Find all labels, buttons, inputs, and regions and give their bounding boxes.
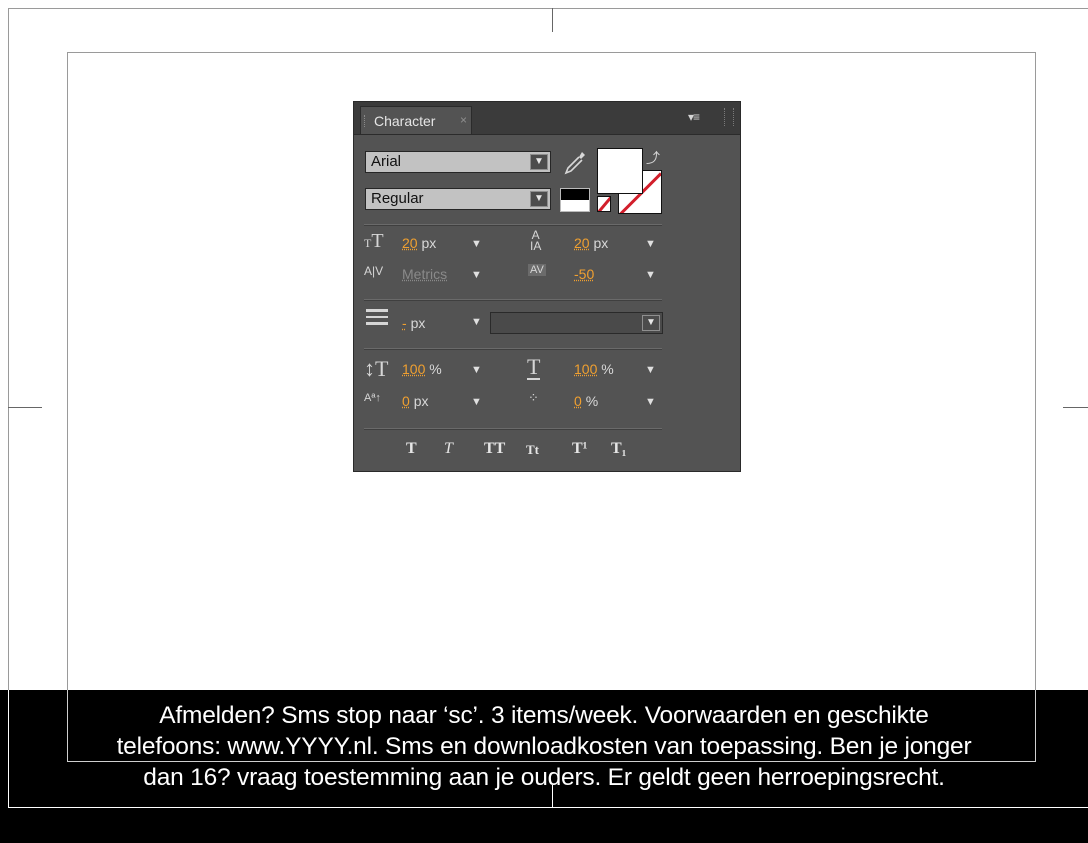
center-tick-bottom xyxy=(552,785,553,807)
baseline-shift-field[interactable]: 0 px xyxy=(402,393,428,409)
stroke-width-icon xyxy=(366,309,388,325)
horizontal-scale-icon: T xyxy=(527,354,541,380)
horizontal-scale-unit: % xyxy=(601,361,614,377)
font-family-dropdown[interactable]: Arial ▼ xyxy=(365,151,551,173)
center-tick-left xyxy=(8,407,42,408)
panel-header: Character × ▾≡ xyxy=(354,102,740,135)
stroke-width-unit: px xyxy=(410,315,426,331)
stroke-width-value[interactable]: - xyxy=(402,315,407,331)
vertical-scale-unit: % xyxy=(429,361,442,377)
baseline-shift-icon: Aª↑ xyxy=(364,392,381,404)
no-color-swatch[interactable] xyxy=(597,196,611,212)
panel-menu-icon[interactable]: ▾≡ xyxy=(688,110,700,124)
horizontal-scale-field[interactable]: 100 % xyxy=(574,361,614,377)
character-panel: Character × ▾≡ Arial ▼ Regular ▼ ⤴ TT 20… xyxy=(353,101,741,472)
divider xyxy=(364,428,662,430)
tab-character[interactable]: Character × xyxy=(360,106,472,134)
kerning-field[interactable]: Metrics xyxy=(402,266,447,282)
baseline-shift-unit: px xyxy=(413,393,429,409)
chevron-down-icon[interactable]: ▼ xyxy=(530,154,548,170)
panel-title: Character xyxy=(374,113,436,129)
font-size-unit: px xyxy=(421,235,437,251)
stroke-color-swatch[interactable] xyxy=(560,188,590,212)
kerning-icon: A|V xyxy=(364,264,384,278)
vertical-scale-field[interactable]: 100 % xyxy=(402,361,442,377)
close-icon[interactable]: × xyxy=(460,113,467,127)
baseline-shift-value[interactable]: 0 xyxy=(402,393,410,409)
kerning-value[interactable]: Metrics xyxy=(402,266,447,282)
chevron-down-icon[interactable]: ▼ xyxy=(530,191,548,207)
title-safe-guide-left-lower xyxy=(8,690,9,808)
swap-colors-icon[interactable]: ⤴ xyxy=(646,148,660,168)
faux-bold-button[interactable]: T xyxy=(406,440,417,458)
faux-italic-button[interactable]: T xyxy=(444,440,453,458)
subtitle-line: dan 16? vraag toestemming aan je ouders.… xyxy=(143,764,945,791)
title-safe-guide-top xyxy=(8,8,1088,9)
chevron-down-icon[interactable]: ▼ xyxy=(645,364,656,376)
tab-grip-icon[interactable] xyxy=(364,115,368,127)
stroke-style-dropdown[interactable]: ▼ xyxy=(490,312,663,334)
tracking-value[interactable]: -50 xyxy=(574,266,594,282)
vertical-scale-value[interactable]: 100 xyxy=(402,361,425,377)
chevron-down-icon[interactable]: ▼ xyxy=(471,396,482,408)
chevron-down-icon[interactable]: ▼ xyxy=(471,316,482,328)
all-caps-button[interactable]: TT xyxy=(484,440,505,458)
subtitle-line: telefoons: www.YYYY.nl. Sms en downloadk… xyxy=(116,733,972,760)
chevron-down-icon[interactable]: ▼ xyxy=(645,238,656,250)
subtitle-line: Afmelden? Sms stop naar ‘sc’. 3 items/we… xyxy=(159,702,929,729)
small-caps-button[interactable]: Tt xyxy=(526,442,539,458)
chevron-down-icon[interactable]: ▼ xyxy=(645,269,656,281)
center-tick-top xyxy=(552,8,553,32)
chevron-down-icon[interactable]: ▼ xyxy=(471,364,482,376)
leading-icon: A IA xyxy=(530,228,542,253)
superscript-button[interactable]: T¹ xyxy=(572,440,587,458)
tsume-field[interactable]: 0 % xyxy=(574,393,598,409)
divider xyxy=(364,299,662,301)
font-family-value: Arial xyxy=(371,153,402,170)
subscript-button[interactable]: T₁ xyxy=(611,440,626,458)
chevron-down-icon[interactable]: ▼ xyxy=(645,396,656,408)
tsume-value[interactable]: 0 xyxy=(574,393,582,409)
tsume-icon: ⁘ xyxy=(528,390,539,405)
font-size-field[interactable]: 20 px xyxy=(402,235,436,251)
leading-unit: px xyxy=(593,235,609,251)
chevron-down-icon[interactable]: ▼ xyxy=(471,238,482,250)
divider xyxy=(364,224,662,226)
stroke-width-field[interactable]: - px xyxy=(402,315,425,331)
vertical-scale-icon: ↕T xyxy=(364,356,389,381)
center-tick-right xyxy=(1063,407,1088,408)
font-size-icon: TT xyxy=(364,230,384,252)
font-size-value[interactable]: 20 xyxy=(402,235,418,251)
leading-value[interactable]: 20 xyxy=(574,235,590,251)
fill-color-swatch[interactable] xyxy=(597,148,643,194)
tracking-icon: AV xyxy=(528,264,546,276)
font-style-dropdown[interactable]: Regular ▼ xyxy=(365,188,551,210)
divider xyxy=(364,348,662,350)
tsume-unit: % xyxy=(585,393,599,409)
tracking-field[interactable]: -50 xyxy=(574,266,594,282)
leading-field[interactable]: 20 px xyxy=(574,235,608,251)
panel-grip-icon[interactable] xyxy=(724,108,734,126)
chevron-down-icon[interactable]: ▼ xyxy=(471,269,482,281)
title-safe-guide-bottom xyxy=(8,807,1088,808)
eyedropper-icon[interactable] xyxy=(563,150,587,176)
title-safe-guide-left xyxy=(8,8,9,808)
chevron-down-icon[interactable]: ▼ xyxy=(642,315,660,331)
subtitle-text: Afmelden? Sms stop naar ‘sc’. 3 items/we… xyxy=(0,700,1088,793)
font-style-value: Regular xyxy=(371,190,424,207)
horizontal-scale-value[interactable]: 100 xyxy=(574,361,597,377)
